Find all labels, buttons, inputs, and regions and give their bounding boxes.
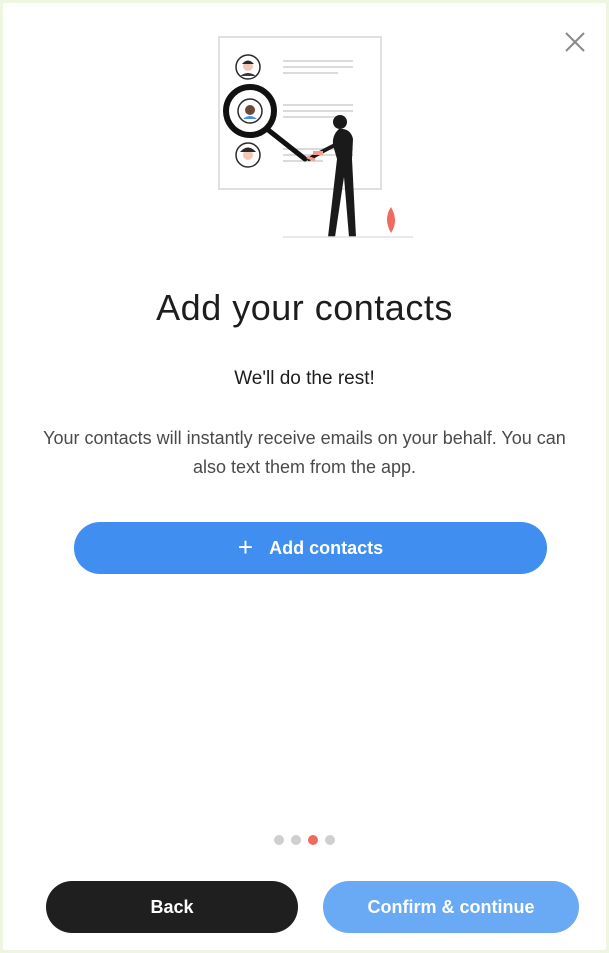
pagination-dots — [3, 835, 606, 845]
dialog-description: Your contacts will instantly receive ema… — [43, 428, 566, 477]
close-button[interactable] — [558, 25, 592, 59]
pagination-dot-active — [308, 835, 318, 845]
confirm-continue-button[interactable]: Confirm & continue — [323, 881, 579, 933]
close-icon — [565, 32, 585, 52]
add-contacts-button[interactable]: + Add contacts — [74, 522, 547, 574]
plus-icon: + — [237, 532, 254, 562]
pagination-dot — [291, 835, 301, 845]
pagination-dot — [274, 835, 284, 845]
contacts-search-illustration — [218, 36, 413, 238]
dialog-title: Add your contacts — [156, 287, 453, 328]
back-button[interactable]: Back — [46, 881, 298, 933]
pagination-dot — [325, 835, 335, 845]
onboarding-dialog: Add your contacts We'll do the rest! You… — [3, 3, 606, 950]
dialog-subtitle: We'll do the rest! — [234, 368, 375, 389]
add-contacts-label: Add contacts — [269, 537, 384, 558]
